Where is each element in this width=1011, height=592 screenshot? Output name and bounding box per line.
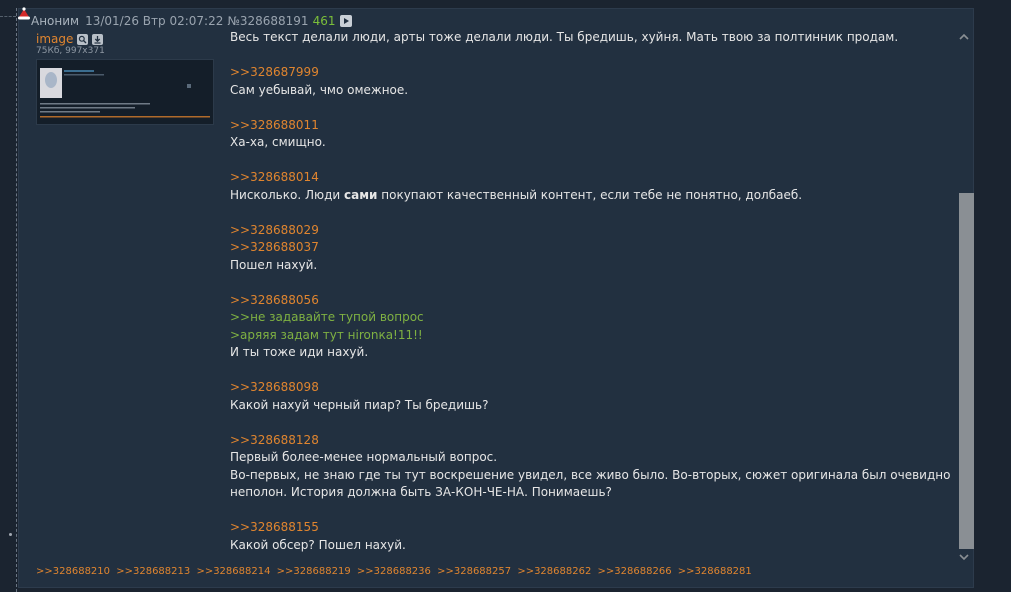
backlinks: >>328688210 >>328688213 >>328688214 >>32… xyxy=(36,566,755,577)
post-text-bold: сами xyxy=(344,187,378,202)
post-text: Какой обсер? Пошел нахуй. xyxy=(230,537,406,552)
post: Аноним 13/01/26 Втр 02:07:22 №328688191 … xyxy=(18,7,974,588)
santa-hat-icon xyxy=(17,7,31,21)
file-name-link[interactable]: image xyxy=(36,32,73,46)
post-text: Какой нахуй черный пиар? Ты бредишь? xyxy=(230,397,489,412)
post-text: Во-первых, не знаю где ты тут воскрешени… xyxy=(230,467,951,500)
reply-link[interactable]: >>328688011 xyxy=(230,117,970,135)
post-text: Нисколько. Люди сами покупают качественн… xyxy=(230,187,970,205)
reply-link[interactable]: >>328688098 xyxy=(230,379,970,397)
reply-link[interactable]: >>328688029 xyxy=(230,222,970,240)
backlink[interactable]: >>328688257 xyxy=(437,566,511,577)
post-text: И ты тоже иди нахуй. xyxy=(230,345,369,359)
post-text: Пошел нахуй. xyxy=(230,257,318,272)
post-date: 13/01/26 Втр 02:07:22 xyxy=(85,14,224,28)
chevron-up-icon[interactable] xyxy=(957,29,971,45)
post-header: Аноним 13/01/26 Втр 02:07:22 №328688191 … xyxy=(18,7,353,30)
reply-link[interactable]: >>328688037 xyxy=(230,239,970,257)
reply-link[interactable]: >>328688155 xyxy=(230,519,970,537)
post-serial-count: 461 xyxy=(312,14,336,28)
backlink[interactable]: >>328688213 xyxy=(116,566,190,577)
backlink[interactable]: >>328688219 xyxy=(277,566,351,577)
post-text: Ха-ха, смищно. xyxy=(230,135,326,149)
greentext-quote: >>не задавайте тупой вопрос xyxy=(230,310,424,324)
file-meta: 75Кб, 997x371 xyxy=(36,46,105,56)
backlink[interactable]: >>328688236 xyxy=(357,566,431,577)
scroll-thumb[interactable] xyxy=(959,193,974,549)
post-scrollbar[interactable] xyxy=(957,29,974,565)
file-info: image 75Кб, 997x371 xyxy=(36,32,105,56)
magnify-icon[interactable] xyxy=(77,33,89,45)
backlink[interactable]: >>328688262 xyxy=(517,566,591,577)
post-text: Первый более-менее нормальный вопрос. xyxy=(230,450,498,464)
post-text: Сам уебывай, чмо омежное. xyxy=(230,82,409,97)
post-text: Весь текст делали люди, арты тоже делали… xyxy=(230,30,899,44)
poster-name[interactable]: Аноним xyxy=(31,14,79,28)
snowflake xyxy=(9,533,12,536)
post-number[interactable]: №328688191 xyxy=(227,14,308,28)
reply-link[interactable]: >>328688056 xyxy=(230,292,970,310)
play-icon[interactable] xyxy=(340,15,353,27)
backlink[interactable]: >>328688281 xyxy=(678,566,752,577)
download-icon[interactable] xyxy=(92,33,104,45)
greentext-quote: >аряяя задам тут нironка!11!! xyxy=(230,327,423,342)
reply-link[interactable]: >>328687999 xyxy=(230,64,970,82)
image-thumbnail[interactable] xyxy=(36,59,214,125)
reply-link[interactable]: >>328688014 xyxy=(230,169,970,187)
backlink[interactable]: >>328688214 xyxy=(196,566,270,577)
divider-dashed xyxy=(0,16,16,17)
reply-link[interactable]: >>328688128 xyxy=(230,432,970,450)
backlink[interactable]: >>328688210 xyxy=(36,566,110,577)
chevron-down-icon[interactable] xyxy=(957,549,971,565)
post-text-part: Нисколько. Люди xyxy=(230,187,345,202)
scroll-track[interactable] xyxy=(959,45,974,549)
thread-guide-line xyxy=(16,8,17,592)
backlink[interactable]: >>328688266 xyxy=(598,566,672,577)
post-text-part: покупают качественный контент, если тебе… xyxy=(377,187,803,202)
post-body: Весь текст делали люди, арты тоже делали… xyxy=(230,29,970,564)
